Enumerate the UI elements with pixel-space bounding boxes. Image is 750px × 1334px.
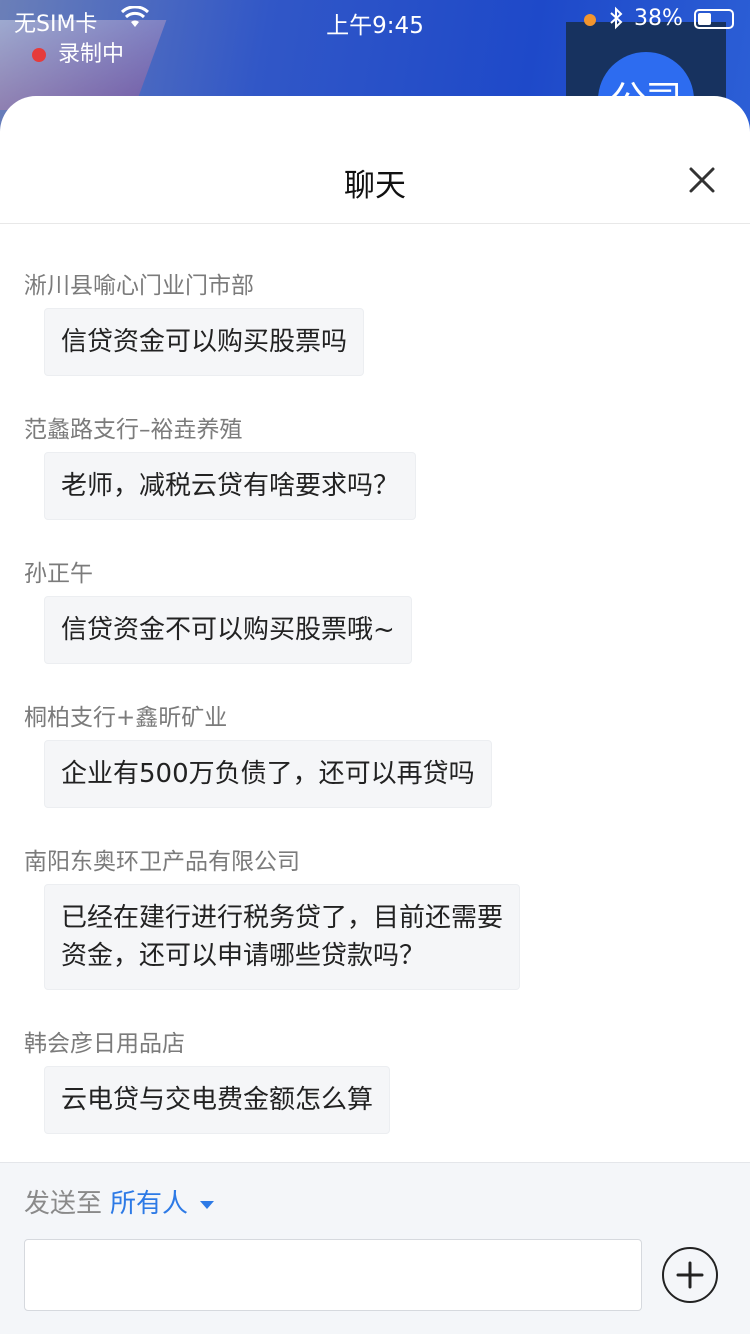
battery-percentage: 38% bbox=[634, 6, 683, 31]
mic-indicator-dot bbox=[584, 14, 596, 26]
send-to-selector[interactable]: 发送至 所有人 bbox=[24, 1183, 215, 1220]
composer: 发送至 所有人 bbox=[0, 1162, 750, 1334]
message-sender: 淅川县喻心门业门市部 bbox=[24, 273, 254, 299]
message-text-line: 资金，还可以申请哪些贷款吗？ bbox=[61, 941, 426, 971]
page-title: 聊天 bbox=[344, 168, 406, 204]
message-bubble[interactable]: 企业有500万负债了，还可以再贷吗 bbox=[44, 740, 492, 808]
chat-sheet: 聊天 淅川县喻心门业门市部 信贷资金可以购买股票吗 范蠡路支行–裕垚养殖 老师，… bbox=[0, 96, 750, 1334]
status-bar: 无SIM卡 上午9:45 38% bbox=[0, 0, 750, 40]
recording-dot-icon bbox=[32, 48, 46, 62]
send-to-target[interactable]: 所有人 bbox=[110, 1189, 188, 1219]
bluetooth-icon bbox=[608, 6, 624, 36]
caret-down-icon[interactable] bbox=[200, 1200, 215, 1209]
message-sender: 韩会彦日用品店 bbox=[24, 1031, 185, 1057]
chat-header: 聊天 bbox=[0, 96, 750, 224]
message-sender: 孙正午 bbox=[24, 561, 93, 587]
message-bubble[interactable]: 老师，减税云贷有啥要求吗？ bbox=[44, 452, 417, 520]
message-text-line: 已经在建行进行税务贷了，目前还需要 bbox=[61, 903, 504, 933]
add-button[interactable] bbox=[662, 1247, 718, 1303]
close-button[interactable] bbox=[678, 156, 726, 204]
message-bubble[interactable]: 已经在建行进行税务贷了，目前还需要 资金，还可以申请哪些贷款吗？ bbox=[44, 884, 521, 990]
recording-indicator: 录制中 bbox=[32, 36, 124, 68]
message-list[interactable]: 淅川县喻心门业门市部 信贷资金可以购买股票吗 范蠡路支行–裕垚养殖 老师，减税云… bbox=[0, 228, 750, 1166]
add-icon bbox=[676, 1261, 704, 1289]
message-bubble[interactable]: 云电贷与交电费金额怎么算 bbox=[44, 1066, 391, 1134]
message-sender: 范蠡路支行–裕垚养殖 bbox=[24, 417, 243, 443]
message-sender: 南阳东奥环卫产品有限公司 bbox=[24, 849, 300, 875]
battery-icon bbox=[694, 9, 734, 29]
message-sender: 桐柏支行+鑫昕矿业 bbox=[24, 705, 228, 731]
close-icon bbox=[689, 167, 715, 193]
message-bubble[interactable]: 信贷资金可以购买股票吗 bbox=[44, 308, 365, 376]
recording-label: 录制中 bbox=[58, 42, 125, 67]
send-to-label: 发送至 bbox=[24, 1189, 103, 1219]
message-bubble[interactable]: 信贷资金不可以购买股票哦~ bbox=[44, 596, 412, 664]
message-input[interactable] bbox=[24, 1239, 642, 1311]
